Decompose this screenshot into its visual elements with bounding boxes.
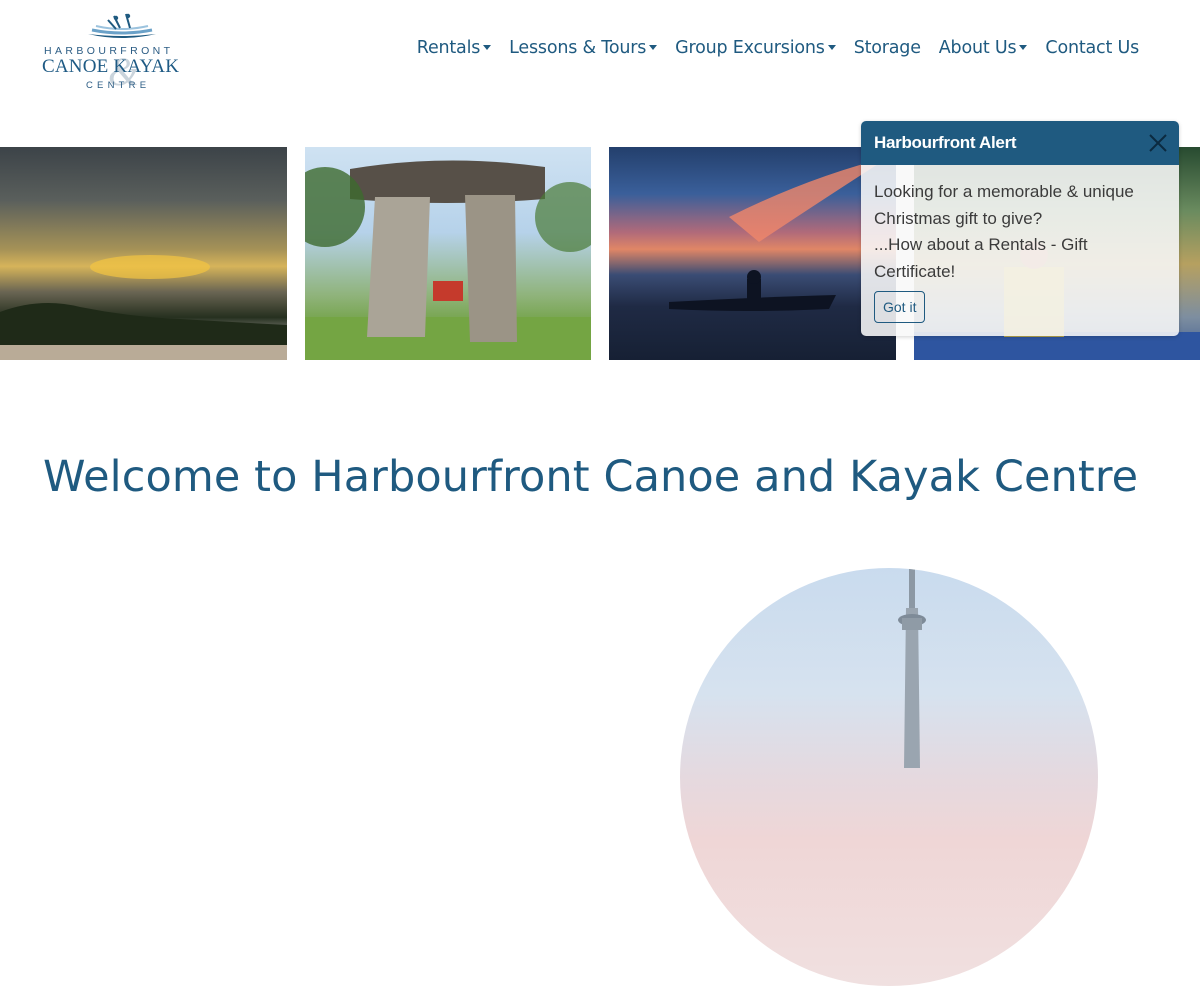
site-logo[interactable]: HARBOURFRONT & CANOE KAYAK CENTRE [42, 12, 202, 94]
photo-sunset-clouds [0, 147, 287, 360]
alert-title: Harbourfront Alert [874, 133, 1017, 152]
alert-toast: Harbourfront Alert Looking for a memorab… [861, 121, 1179, 336]
nav-contact-us[interactable]: Contact Us [1036, 38, 1148, 58]
nav-lessons-tours[interactable]: Lessons & Tours [500, 38, 666, 58]
nav-rentals-label: Rentals [416, 38, 481, 58]
logo-line-centre: CENTRE [86, 80, 151, 91]
nav-rentals[interactable]: Rentals [408, 38, 500, 58]
page-title: Welcome to Harbourfront Canoe and Kayak … [43, 452, 1139, 502]
photo-stone-arch [305, 147, 591, 360]
caret-down-icon [483, 44, 492, 50]
alert-body: Looking for a memorable & unique Christm… [861, 165, 1179, 323]
nav-storage[interactable]: Storage [845, 38, 930, 58]
nav-storage-label: Storage [853, 38, 921, 58]
main-nav: Rentals Lessons & Tours Group Excursions… [408, 38, 1148, 58]
caret-down-icon [649, 44, 658, 50]
logo-line-canoe-kayak: CANOE KAYAK [42, 56, 180, 77]
site-header: HARBOURFRONT & CANOE KAYAK CENTRE Rental… [0, 0, 1200, 110]
nav-contact-us-label: Contact Us [1045, 38, 1139, 58]
nav-group-excursions[interactable]: Group Excursions [666, 38, 845, 58]
got-it-button[interactable]: Got it [874, 291, 926, 323]
alert-header: Harbourfront Alert [861, 121, 1179, 165]
nav-about-us-label: About Us [938, 38, 1017, 58]
alert-message-line2: ...How about a Rentals - Gift Certificat… [874, 235, 1088, 281]
close-icon[interactable] [1147, 132, 1169, 154]
alert-message-line1: Looking for a memorable & unique Christm… [874, 182, 1134, 228]
nav-group-excursions-label: Group Excursions [675, 38, 825, 58]
canoe-logo-icon [88, 13, 156, 38]
photo-kayak-sunset [609, 147, 896, 360]
cn-tower-circle-photo [680, 568, 1098, 986]
nav-about-us[interactable]: About Us [930, 38, 1037, 58]
caret-down-icon [1019, 44, 1028, 50]
nav-lessons-tours-label: Lessons & Tours [509, 38, 647, 58]
caret-down-icon [827, 44, 836, 50]
